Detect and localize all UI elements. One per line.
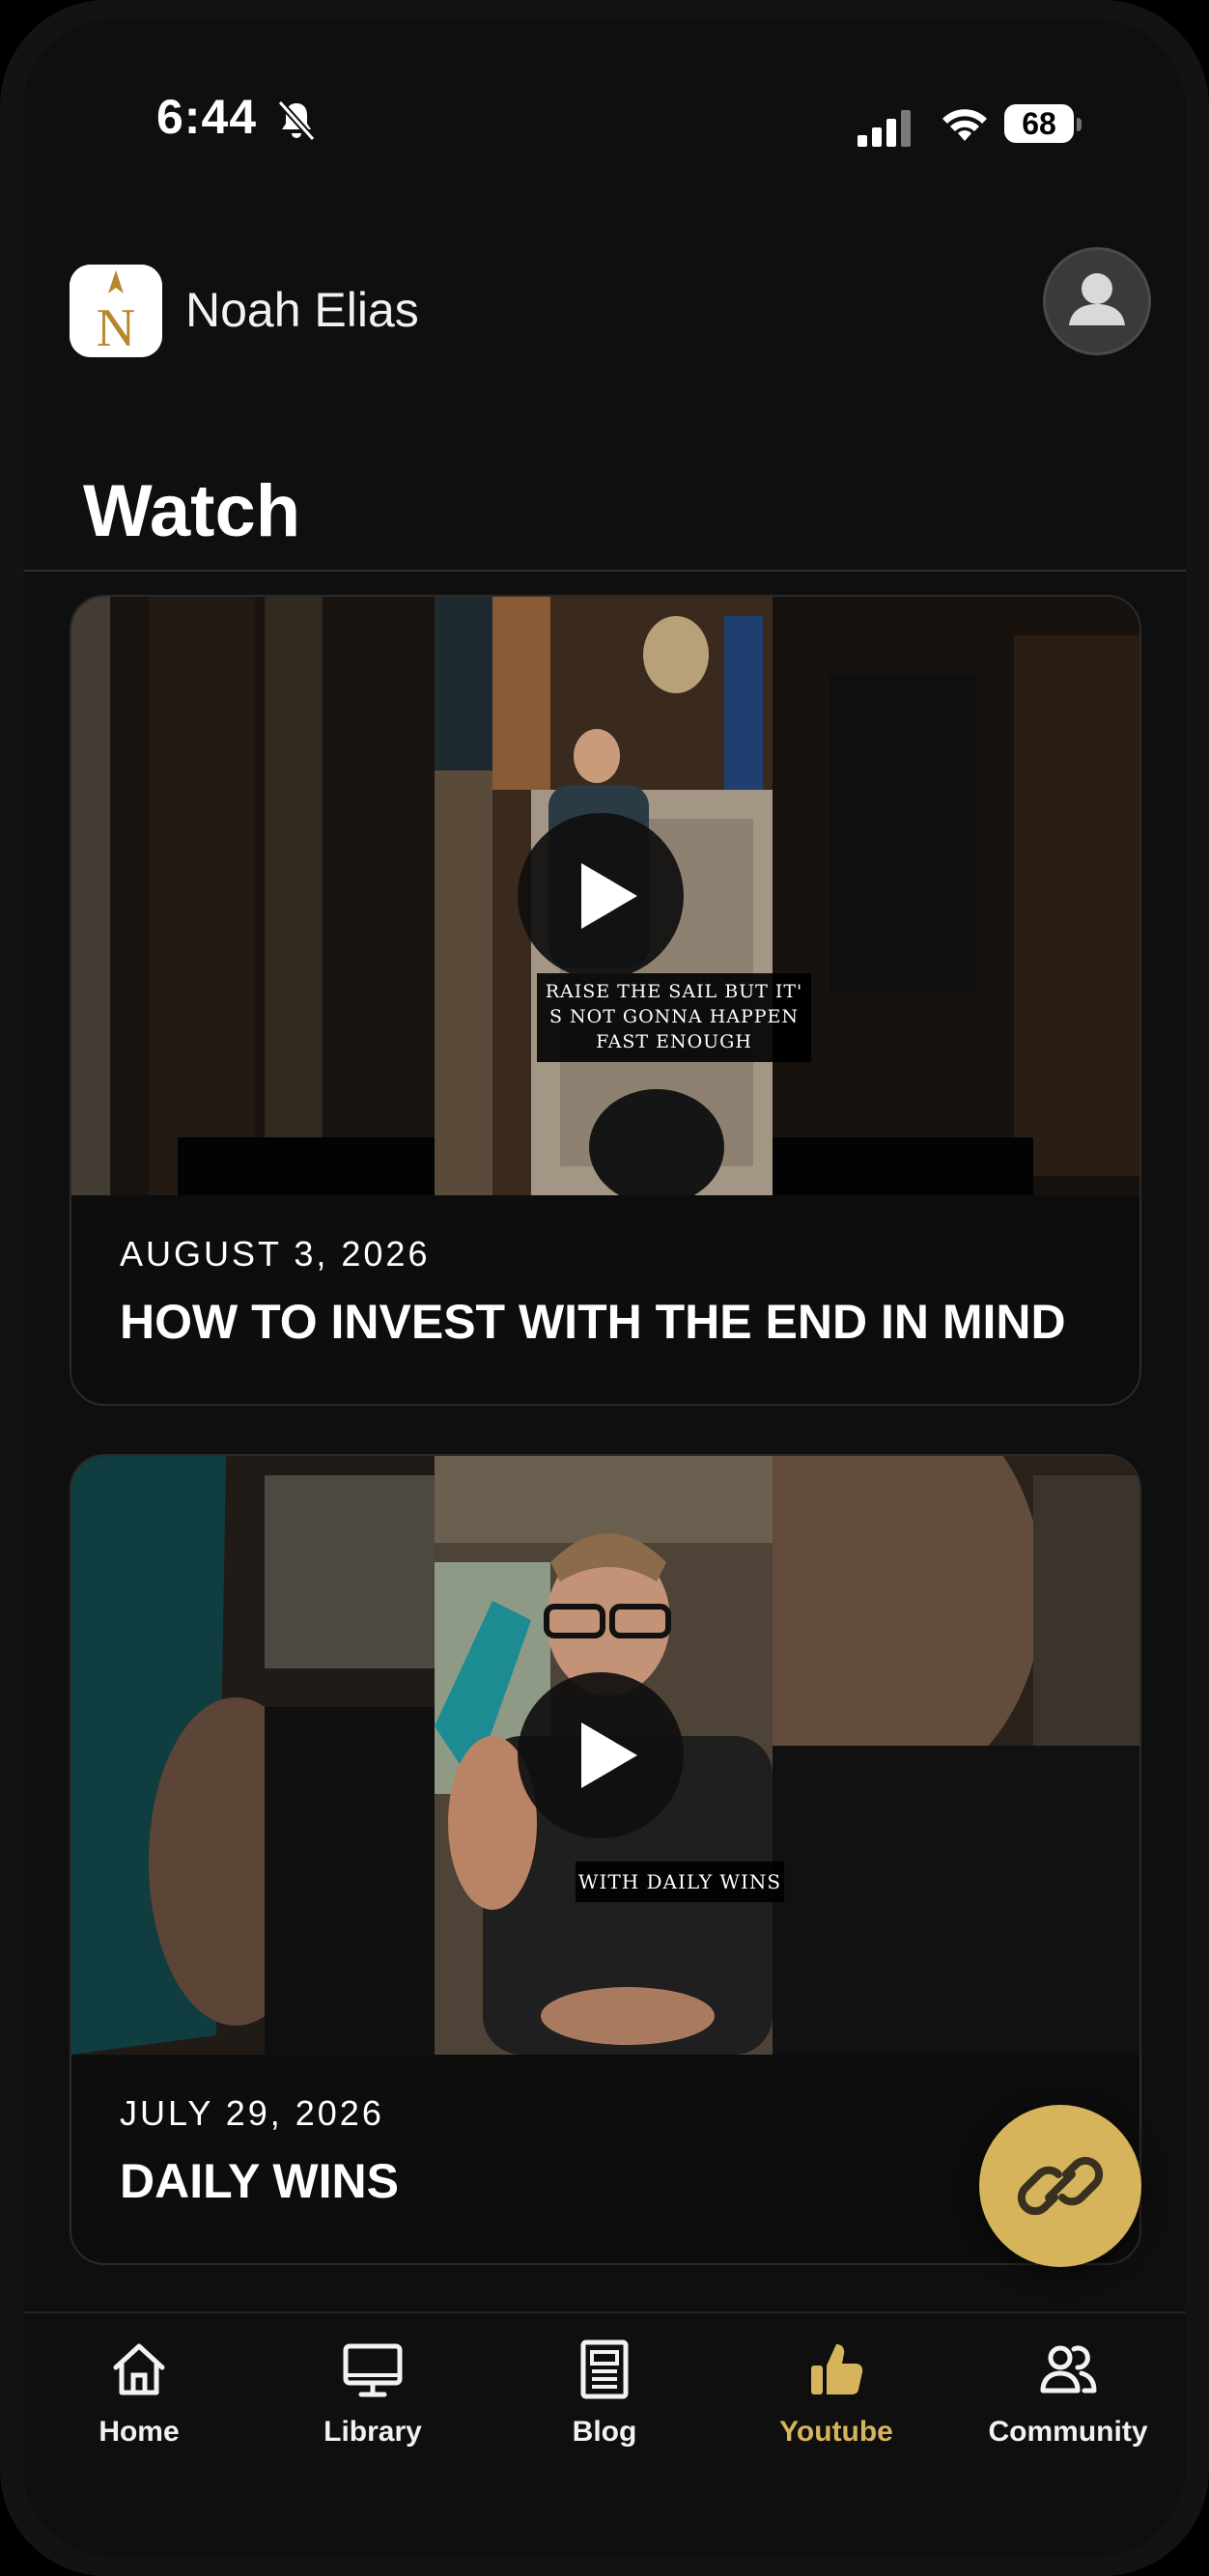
- video-card[interactable]: RAISE THE SAIL BUT IT' S NOT GONNA HAPPE…: [70, 595, 1141, 1406]
- play-button[interactable]: [518, 813, 684, 979]
- users-icon: [1040, 2345, 1097, 2394]
- caption-line: RAISE THE SAIL BUT IT': [545, 981, 803, 1002]
- caption-line: S NOT GONNA HAPPEN: [548, 1006, 800, 1027]
- app-header: N Noah Elias: [23, 212, 1186, 572]
- share-link-button[interactable]: [979, 2105, 1141, 2267]
- caption-line: FAST ENOUGH: [596, 1031, 752, 1052]
- monitor-icon: [343, 2343, 403, 2397]
- page-title: Watch: [83, 470, 301, 552]
- user-name: Noah Elias: [185, 283, 419, 337]
- video-title[interactable]: HOW TO INVEST WITH THE END IN MIND: [120, 1294, 1066, 1350]
- link-icon: [1017, 2156, 1104, 2216]
- header-divider: [23, 570, 1186, 572]
- bell-muted-icon: [277, 99, 316, 142]
- nav-library[interactable]: Library: [257, 2333, 489, 2478]
- video-thumbnail[interactable]: WITH DAILY WINS: [71, 1456, 1139, 2055]
- thumbnail-blur-left: [71, 1456, 435, 2055]
- nav-library-label: Library: [323, 2416, 422, 2448]
- svg-text:N: N: [97, 298, 135, 357]
- compass-n-logo-icon: N: [70, 265, 162, 357]
- bottom-nav: Home Library Blog Youtube Community: [23, 2311, 1186, 2557]
- wifi-icon: [942, 109, 987, 141]
- video-caption-overlay: RAISE THE SAIL BUT IT' S NOT GONNA HAPPE…: [537, 973, 811, 1062]
- video-date: AUGUST 3, 2026: [120, 1234, 431, 1274]
- nav-blog-label: Blog: [572, 2416, 637, 2448]
- signal-icon: [858, 110, 911, 147]
- thumbnail-blur-right: [773, 597, 1139, 1195]
- play-icon: [581, 1722, 637, 1788]
- profile-avatar-button[interactable]: [1043, 247, 1151, 355]
- nav-community-label: Community: [988, 2416, 1148, 2448]
- battery-indicator: 68: [1004, 100, 1082, 147]
- nav-blog[interactable]: Blog: [489, 2333, 720, 2478]
- nav-community[interactable]: Community: [952, 2333, 1184, 2478]
- battery-tip: [1077, 118, 1082, 131]
- thumbs-up-icon: [811, 2344, 863, 2394]
- status-time: 6:44: [156, 90, 258, 144]
- user-icon: [1069, 273, 1125, 325]
- nav-youtube[interactable]: Youtube: [720, 2333, 952, 2478]
- app-screen: 6:44 68 N Noah Elias Watch RAISE THE SAI…: [23, 19, 1186, 2557]
- thumbnail-blur-left: [71, 597, 435, 1195]
- nav-home[interactable]: Home: [23, 2333, 255, 2478]
- thumbnail-blur-right: [773, 1456, 1139, 2055]
- nav-home-label: Home: [98, 2416, 180, 2448]
- video-thumbnail[interactable]: RAISE THE SAIL BUT IT' S NOT GONNA HAPPE…: [71, 597, 1139, 1195]
- video-title[interactable]: DAILY WINS: [120, 2153, 399, 2209]
- video-caption-overlay: WITH DAILY WINS: [576, 1862, 784, 1902]
- play-icon: [581, 863, 637, 929]
- phone-frame: 6:44 68 N Noah Elias Watch RAISE THE SAI…: [0, 0, 1209, 2576]
- caption-line: WITH DAILY WINS: [577, 1870, 782, 1893]
- battery-level: 68: [1004, 104, 1074, 143]
- home-icon: [113, 2343, 165, 2395]
- newspaper-icon: [580, 2339, 629, 2399]
- video-date: JULY 29, 2026: [120, 2093, 384, 2133]
- play-button[interactable]: [518, 1672, 684, 1838]
- brand-logo[interactable]: N: [70, 265, 162, 357]
- nav-youtube-label: Youtube: [779, 2416, 893, 2448]
